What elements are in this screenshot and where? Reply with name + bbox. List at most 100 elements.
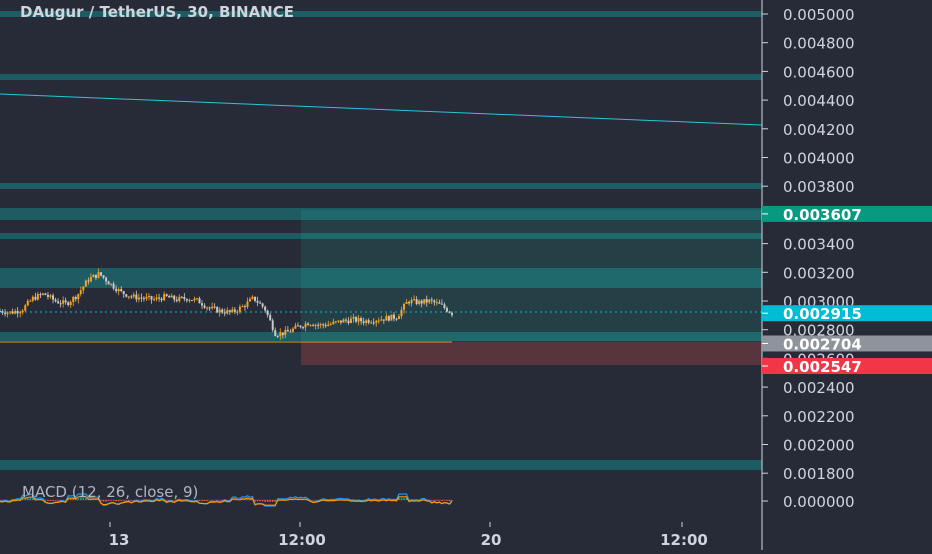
candle-body <box>413 299 416 301</box>
candle-body <box>158 297 161 299</box>
macd-bar <box>208 500 211 501</box>
candle-body <box>435 302 438 304</box>
candle-body <box>67 302 70 306</box>
price-badge-label: 0.002547 <box>783 358 862 376</box>
candle-body <box>87 280 90 282</box>
chart-window: MACD (12, 26, close, 9) DAugur / TetherU… <box>0 0 932 550</box>
candle-body <box>382 319 385 321</box>
candle-body <box>41 293 44 295</box>
candle-body <box>259 302 262 304</box>
macd-bar <box>312 500 314 501</box>
candle-body <box>339 320 342 323</box>
candle-body <box>420 300 423 304</box>
macd-bar <box>218 500 221 501</box>
macd-bar <box>211 500 213 501</box>
candle-body <box>294 325 297 329</box>
candle-body <box>107 281 110 285</box>
position-loss-zone[interactable] <box>301 342 762 365</box>
candle-body <box>337 320 340 322</box>
candle-body <box>120 288 123 292</box>
macd-bar <box>201 500 203 502</box>
candle-body <box>115 288 118 292</box>
macd-bar <box>271 500 274 502</box>
candle-body <box>352 317 355 319</box>
candle-body <box>0 311 1 313</box>
candle-body <box>309 325 312 327</box>
time-label: 12:00 <box>660 531 708 549</box>
candle-body <box>307 323 310 326</box>
candle-body <box>342 319 345 323</box>
candle-body <box>110 283 113 285</box>
candle-body <box>44 293 47 295</box>
candle-body <box>183 296 186 300</box>
candle-body <box>269 314 272 321</box>
candle-body <box>276 335 279 337</box>
macd-axis-label: 0.000000 <box>783 493 855 511</box>
candle-body <box>408 301 411 304</box>
macd-bar <box>438 500 441 501</box>
price-tick-label: 0.004400 <box>783 92 855 110</box>
candle-body <box>403 303 406 310</box>
candle-body <box>94 274 97 278</box>
candle-body <box>211 306 214 309</box>
price-tick-label: 0.003200 <box>783 264 855 282</box>
candle-body <box>105 277 108 282</box>
candle-body <box>380 319 383 321</box>
chart-title: DAugur / TetherUS, 30, BINANCE <box>20 3 294 21</box>
candle-body <box>153 299 156 301</box>
candle-body <box>132 294 135 297</box>
macd-bar <box>259 500 261 502</box>
price-badge-label: 0.002704 <box>783 335 862 353</box>
macd-bar <box>430 500 433 501</box>
candle-body <box>195 298 198 300</box>
candle-body <box>170 295 173 298</box>
candle-body <box>57 301 60 304</box>
candle-body <box>72 296 75 302</box>
candle-body <box>312 325 315 327</box>
candle-body <box>97 272 100 278</box>
candle-body <box>236 311 239 313</box>
chart-canvas[interactable]: MACD (12, 26, close, 9) DAugur / TetherU… <box>0 0 932 550</box>
macd-bar <box>436 500 438 501</box>
candle-body <box>216 306 219 313</box>
candle-body <box>203 305 206 308</box>
macd-bar <box>403 498 405 500</box>
candle-body <box>418 300 421 305</box>
candle-body <box>392 314 395 319</box>
candle-body <box>264 306 267 311</box>
candle-body <box>254 296 257 301</box>
macd-bar <box>246 498 249 500</box>
candle-body <box>6 312 9 315</box>
macd-label[interactable]: MACD (12, 26, close, 9) <box>22 483 198 501</box>
candle-body <box>296 325 299 327</box>
price-axis[interactable]: 0.005000 0.004800 0.004600 0.004400 0.004200… <box>761 0 932 550</box>
price-tick-label: 0.001800 <box>783 465 855 483</box>
candle-body <box>362 321 365 323</box>
candle-body <box>299 325 302 328</box>
candle-body <box>367 320 370 323</box>
candle-body <box>221 309 224 313</box>
candle-body <box>451 312 453 316</box>
candle-body <box>168 296 171 298</box>
candle-body <box>284 329 287 335</box>
candle-body <box>52 295 55 300</box>
candle-body <box>256 300 259 303</box>
macd-bar <box>269 500 271 502</box>
candle-body <box>142 298 145 300</box>
candle-body <box>347 320 350 323</box>
candle-body <box>89 277 92 282</box>
price-tick-label: 0.003800 <box>783 178 855 196</box>
candle-body <box>64 300 67 303</box>
macd-bar <box>264 500 266 502</box>
position-profit-zone[interactable] <box>301 210 762 342</box>
macd-bar <box>256 500 259 502</box>
candle-body <box>344 319 347 321</box>
zone-band <box>0 183 762 189</box>
price-tick-label: 0.005000 <box>783 6 855 24</box>
candle-body <box>440 303 443 305</box>
candle-body <box>430 299 433 301</box>
time-axis[interactable]: 13 12:00 20 12:00 <box>0 522 762 550</box>
time-label: 13 <box>109 531 130 549</box>
candle-body <box>26 300 29 306</box>
macd-bar <box>400 498 403 500</box>
